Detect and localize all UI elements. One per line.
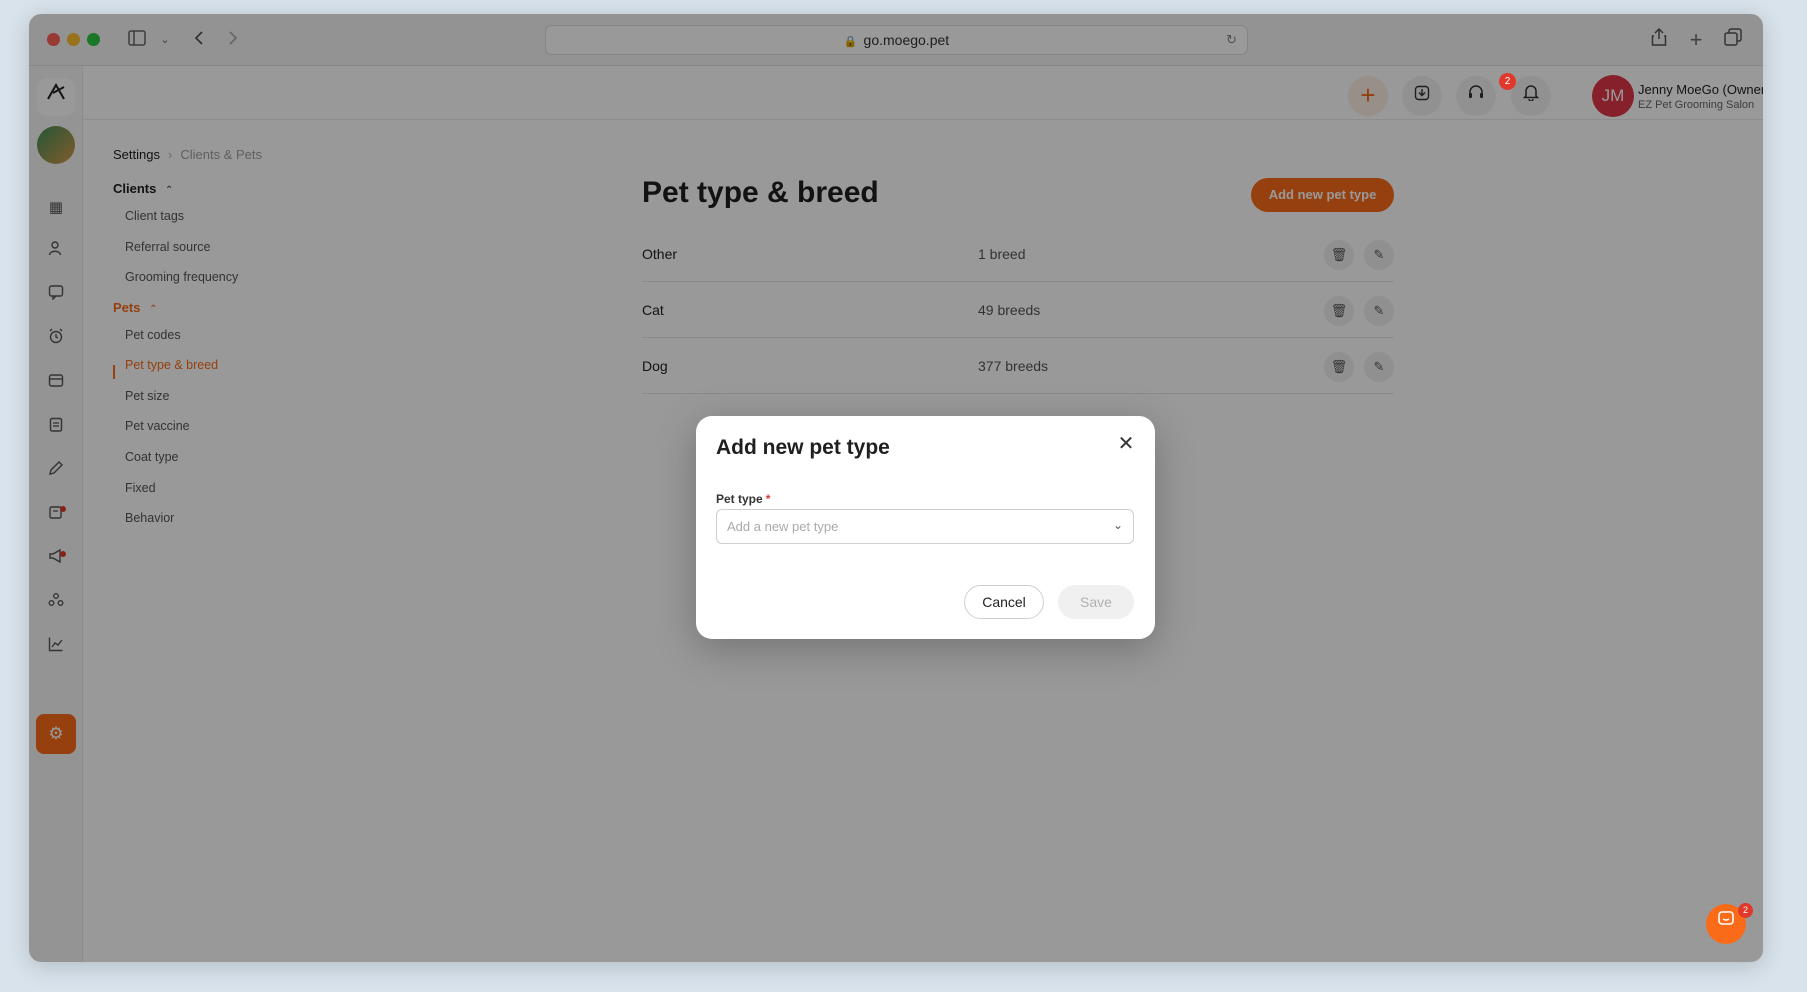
chat-badge: 2 — [1738, 903, 1753, 918]
pet-type-select[interactable]: Add a new pet type ⌄ — [716, 509, 1134, 544]
chevron-down-icon: ⌄ — [1112, 518, 1123, 532]
modal-title: Add new pet type — [716, 436, 890, 459]
pet-type-label: Pet type * — [716, 492, 770, 506]
required-mark: * — [765, 492, 771, 506]
save-button[interactable]: Save — [1058, 585, 1134, 619]
close-icon[interactable]: ✕ — [1114, 432, 1138, 456]
pet-type-placeholder: Add a new pet type — [727, 519, 839, 534]
add-pet-type-modal: Add new pet type ✕ Pet type * Add a new p… — [696, 416, 1155, 639]
cancel-button[interactable]: Cancel — [964, 585, 1044, 619]
notification-badge: 2 — [1499, 73, 1516, 90]
browser-window: ⌄ 🔒 go.moego.pet ↻ + ▦ ⚙ + JM Jenny MoeG… — [29, 14, 1763, 962]
pet-type-label-text: Pet type — [716, 492, 763, 506]
